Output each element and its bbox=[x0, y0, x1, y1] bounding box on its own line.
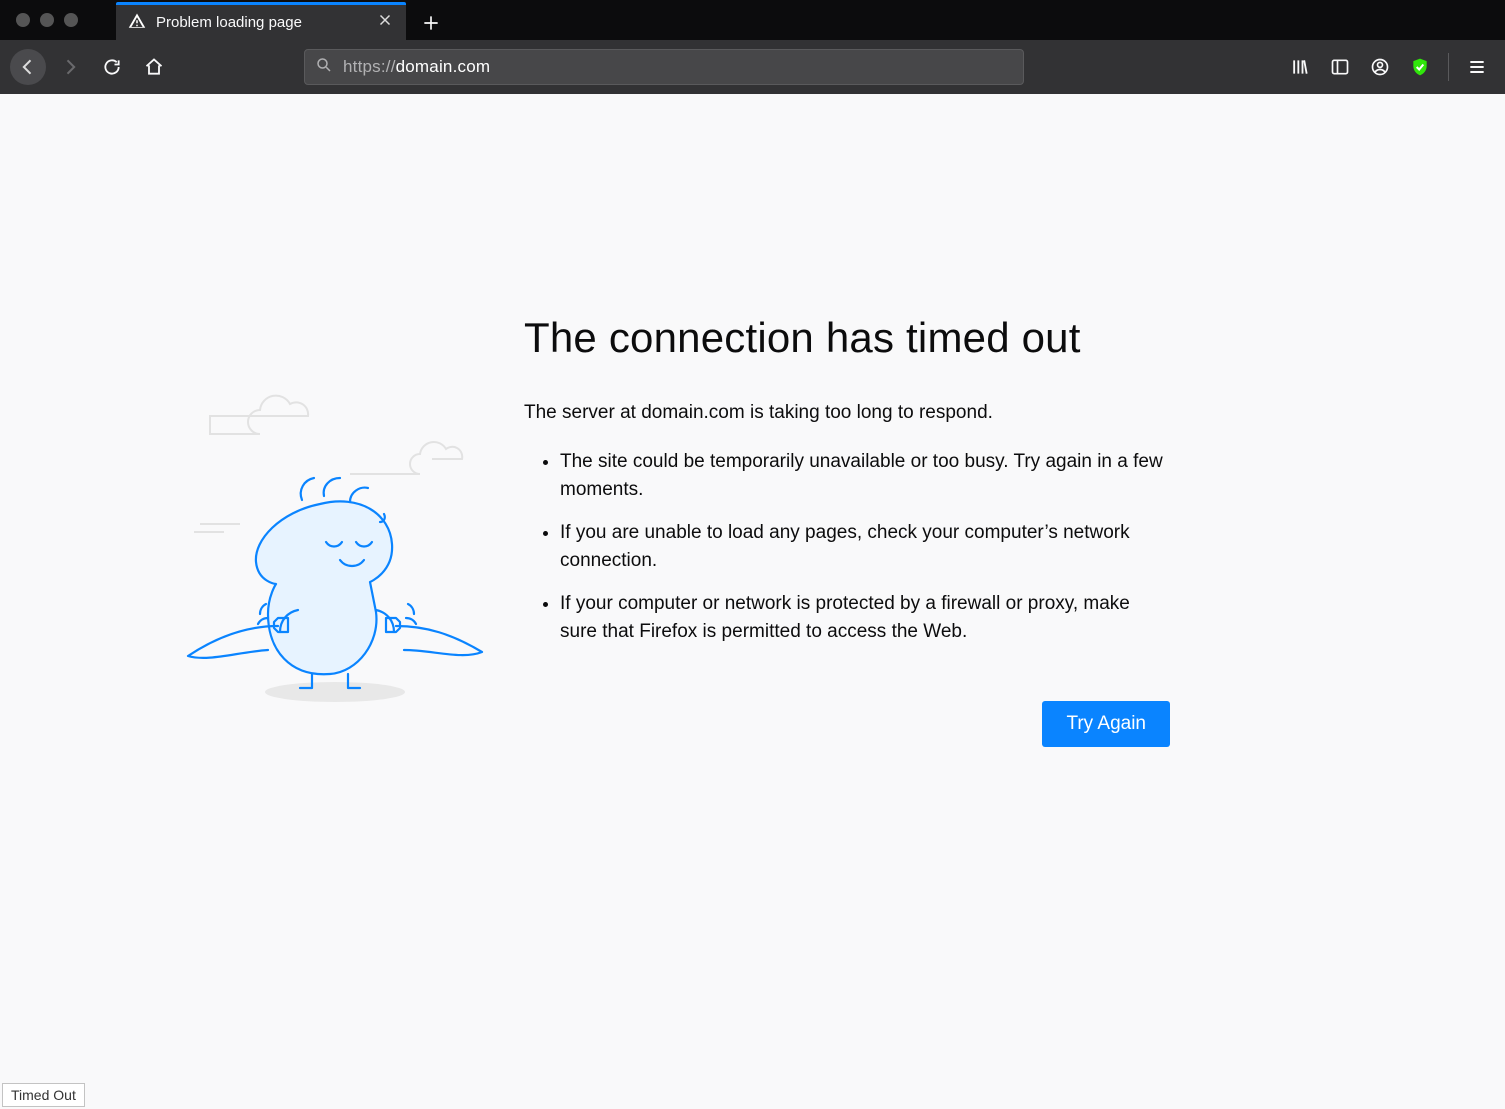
window-close-dot[interactable] bbox=[16, 13, 30, 27]
error-bullet-list: The site could be temporarily unavailabl… bbox=[524, 448, 1170, 645]
url-bar[interactable]: https://domain.com bbox=[304, 49, 1024, 85]
status-chip: Timed Out bbox=[2, 1083, 85, 1107]
back-button[interactable] bbox=[10, 49, 46, 85]
sidebar-icon[interactable] bbox=[1322, 49, 1358, 85]
error-title: The connection has timed out bbox=[524, 314, 1170, 362]
tab-close-icon[interactable] bbox=[376, 11, 394, 34]
home-button[interactable] bbox=[136, 49, 172, 85]
content-area: The connection has timed out The server … bbox=[0, 94, 1505, 1109]
titlebar: Problem loading page bbox=[0, 0, 1505, 40]
toolbar-right bbox=[1282, 49, 1495, 85]
error-bullet: If your computer or network is protected… bbox=[560, 590, 1170, 645]
error-container: The connection has timed out The server … bbox=[170, 314, 1170, 747]
tabstrip: Problem loading page bbox=[116, 0, 448, 40]
browser-tab-active[interactable]: Problem loading page bbox=[116, 2, 406, 40]
new-tab-button[interactable] bbox=[414, 6, 448, 40]
error-subtitle: The server at domain.com is taking too l… bbox=[524, 402, 1170, 424]
account-icon[interactable] bbox=[1362, 49, 1398, 85]
warning-icon bbox=[128, 12, 146, 34]
menu-icon[interactable] bbox=[1459, 49, 1495, 85]
window-controls bbox=[0, 0, 78, 40]
url-domain: domain.com bbox=[396, 57, 491, 76]
tab-title: Problem loading page bbox=[156, 14, 302, 31]
toolbar: https://domain.com bbox=[0, 40, 1505, 94]
search-icon bbox=[315, 56, 333, 79]
error-bullet: The site could be temporarily unavailabl… bbox=[560, 448, 1170, 503]
reload-button[interactable] bbox=[94, 49, 130, 85]
forward-button bbox=[52, 49, 88, 85]
error-illustration bbox=[170, 374, 490, 714]
library-icon[interactable] bbox=[1282, 49, 1318, 85]
error-bullet: If you are unable to load any pages, che… bbox=[560, 519, 1170, 574]
error-text-block: The connection has timed out The server … bbox=[490, 314, 1170, 747]
try-again-button[interactable]: Try Again bbox=[1042, 701, 1170, 747]
url-text: https://domain.com bbox=[343, 57, 490, 77]
shield-icon[interactable] bbox=[1402, 49, 1438, 85]
window-min-dot[interactable] bbox=[40, 13, 54, 27]
window-max-dot[interactable] bbox=[64, 13, 78, 27]
url-scheme: https:// bbox=[343, 57, 396, 76]
toolbar-separator bbox=[1448, 53, 1449, 81]
